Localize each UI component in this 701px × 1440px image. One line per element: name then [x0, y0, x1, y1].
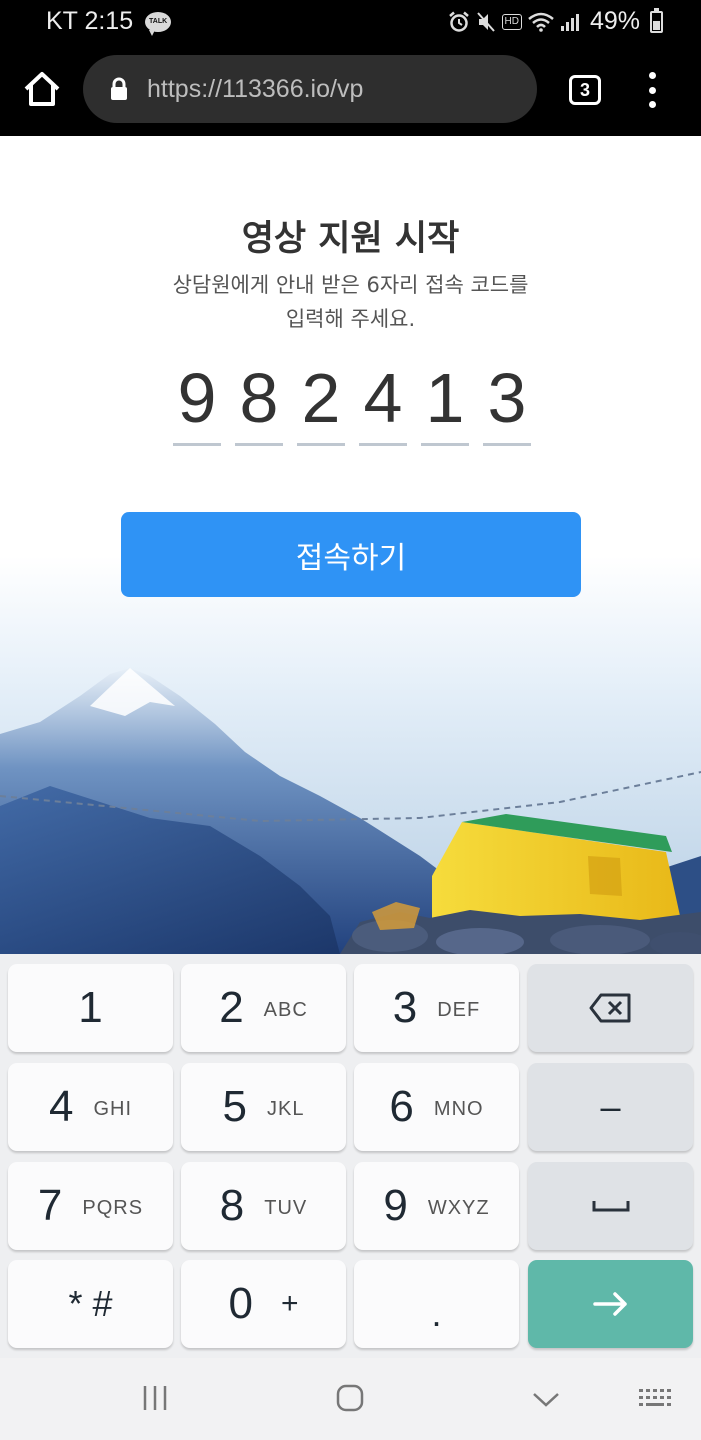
- wifi-icon: [528, 12, 554, 32]
- code-digit-5[interactable]: 1: [421, 358, 469, 446]
- recent-apps-icon[interactable]: [142, 1384, 168, 1416]
- key-2[interactable]: 2 ABC: [181, 964, 346, 1052]
- key-number: 2: [219, 983, 244, 1032]
- key-3[interactable]: 3 DEF: [354, 964, 519, 1052]
- more-dot: [648, 72, 656, 79]
- backspace-icon: [589, 993, 630, 1023]
- code-digit-2[interactable]: 8: [235, 358, 283, 446]
- page-subtitle: 상담원에게 안내 받은 6자리 접속 코드를 입력해 주세요.: [140, 268, 561, 336]
- back-chevron-icon[interactable]: [532, 1392, 560, 1412]
- home-circle-icon[interactable]: [336, 1384, 364, 1416]
- status-right: HD 49%: [448, 7, 663, 36]
- go-key[interactable]: [528, 1260, 693, 1348]
- code-digit-4[interactable]: 4: [359, 358, 407, 446]
- key-letters: JKL: [267, 1097, 305, 1120]
- key-hash: #: [92, 1283, 113, 1324]
- key-5[interactable]: 5 JKL: [181, 1063, 346, 1151]
- browser-toolbar: https://113366.io/vp 3: [0, 42, 701, 136]
- key-4[interactable]: 4 GHI: [8, 1063, 173, 1151]
- signal-icon: [560, 12, 580, 32]
- status-left: KT 2:15 TALK: [46, 7, 172, 36]
- backspace-key[interactable]: [528, 964, 693, 1052]
- key-letters: GHI: [93, 1097, 133, 1120]
- key-0[interactable]: 0 +: [181, 1260, 346, 1348]
- minus-label: –: [600, 1086, 621, 1127]
- access-code-input[interactable]: 9 8 2 4 1 3: [173, 358, 531, 446]
- key-number: 6: [389, 1082, 414, 1131]
- key-letters: ABC: [263, 998, 308, 1021]
- key-number: 0: [228, 1279, 253, 1328]
- mountain-camp-illustration: [0, 556, 701, 954]
- space-key[interactable]: [528, 1162, 693, 1250]
- keyboard-icon[interactable]: [638, 1388, 672, 1414]
- subtitle-line-1: 상담원에게 안내 받은 6자리 접속 코드를: [172, 273, 529, 297]
- key-8[interactable]: 8 TUV: [181, 1162, 346, 1250]
- key-letters: PQRS: [82, 1196, 144, 1219]
- tabs-icon[interactable]: 3: [569, 75, 601, 105]
- key-period[interactable]: .: [354, 1260, 519, 1348]
- enter-arrow-icon: [592, 1292, 627, 1316]
- key-number: 1: [78, 983, 103, 1032]
- more-dot: [648, 86, 656, 94]
- key-letters: DEF: [437, 998, 481, 1021]
- code-digit-6[interactable]: 3: [483, 358, 531, 446]
- hd-voice-icon: HD: [501, 13, 522, 30]
- key-plus: +: [280, 1287, 299, 1320]
- numeric-keypad: 1 2 ABC 3 DEF 4 GHI 5 JKL 6 MNO – 7 PQRS…: [0, 954, 701, 1358]
- key-number: 8: [219, 1181, 245, 1230]
- key-number: 7: [37, 1181, 63, 1230]
- key-letters: MNO: [433, 1097, 484, 1120]
- key-star: *: [68, 1283, 83, 1324]
- key-letters: WXYZ: [427, 1196, 490, 1219]
- more-icon[interactable]: [642, 72, 662, 108]
- battery-percent: 49%: [589, 7, 640, 35]
- kakaotalk-notification-icon: TALK: [145, 11, 172, 36]
- key-9[interactable]: 9 WXYZ: [354, 1162, 519, 1250]
- key-number: 3: [392, 983, 418, 1032]
- carrier-time: KT 2:15: [46, 7, 134, 35]
- key-7[interactable]: 7 PQRS: [8, 1162, 173, 1250]
- page-title: 영상 지원 시작: [241, 219, 460, 259]
- key-number: 5: [222, 1082, 247, 1131]
- key-1[interactable]: 1: [8, 964, 173, 1052]
- key-star-hash[interactable]: * #: [8, 1260, 173, 1348]
- url-text: https://113366.io/vp: [147, 75, 364, 103]
- key-number: 4: [48, 1082, 74, 1131]
- key-number: 9: [383, 1181, 408, 1230]
- battery-level-fill: [653, 20, 660, 30]
- subtitle-line-2: 입력해 주세요.: [285, 307, 416, 331]
- minus-key[interactable]: –: [528, 1063, 693, 1151]
- system-nav-bar: [0, 1358, 701, 1440]
- key-6[interactable]: 6 MNO: [354, 1063, 519, 1151]
- status-bar: KT 2:15 TALK HD 49%: [0, 0, 701, 42]
- lock-icon: [109, 77, 129, 101]
- battery-icon: [650, 7, 663, 33]
- home-icon[interactable]: [22, 70, 62, 110]
- alarm-icon: [448, 11, 470, 33]
- code-digit-1[interactable]: 9: [173, 358, 221, 446]
- key-letters: TUV: [264, 1196, 308, 1219]
- mute-icon: [476, 11, 496, 33]
- web-page: 영상 지원 시작 상담원에게 안내 받은 6자리 접속 코드를 입력해 주세요.…: [0, 136, 701, 954]
- more-dot: [648, 101, 656, 108]
- code-digit-3[interactable]: 2: [297, 358, 345, 446]
- address-bar[interactable]: https://113366.io/vp: [83, 55, 537, 123]
- connect-button[interactable]: 접속하기: [121, 512, 581, 597]
- space-icon: [592, 1201, 629, 1212]
- key-dot: .: [431, 1293, 442, 1334]
